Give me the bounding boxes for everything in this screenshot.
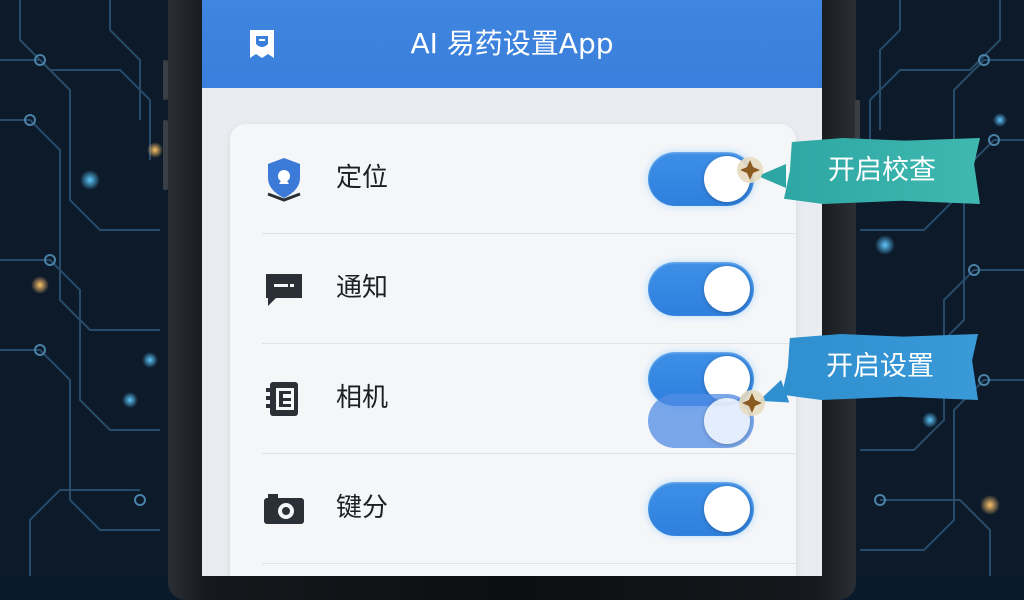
setting-label: 定位 — [336, 163, 389, 193]
divider — [262, 563, 796, 564]
toggle-knob — [704, 266, 750, 312]
phone-screen: AI 易药设置App 定位 通知 相机 键分 — [202, 0, 822, 576]
app-header: AI 易药设置App — [202, 0, 822, 88]
message-icon — [266, 274, 302, 306]
app-title: AI 易药设置App — [410, 27, 614, 60]
setting-row-notification[interactable]: 通知 — [230, 234, 796, 344]
toggle-knob — [704, 486, 750, 532]
settings-list: 定位 通知 相机 键分 — [230, 124, 796, 576]
camera-alt-icon — [264, 494, 304, 524]
notification-toggle[interactable] — [648, 262, 754, 316]
setting-row-location[interactable]: 定位 — [230, 124, 796, 234]
setting-label: 相机 — [336, 383, 389, 413]
setting-row-camera[interactable]: 相机 — [230, 344, 796, 454]
setting-row-key[interactable]: 键分 — [230, 454, 796, 564]
callout-enable-settings: 开启设置 — [782, 334, 978, 400]
setting-label: 键分 — [336, 493, 389, 523]
key-toggle[interactable] — [648, 482, 754, 536]
setting-label: 通知 — [336, 273, 389, 303]
location-shield-icon — [267, 158, 301, 202]
pin-icon — [737, 157, 763, 183]
camera-icon — [266, 382, 298, 416]
phone-side-button — [163, 60, 168, 100]
callout-enable-check: 开启校查 — [784, 138, 980, 204]
phone-side-button — [163, 120, 168, 190]
pin-icon — [739, 390, 765, 416]
